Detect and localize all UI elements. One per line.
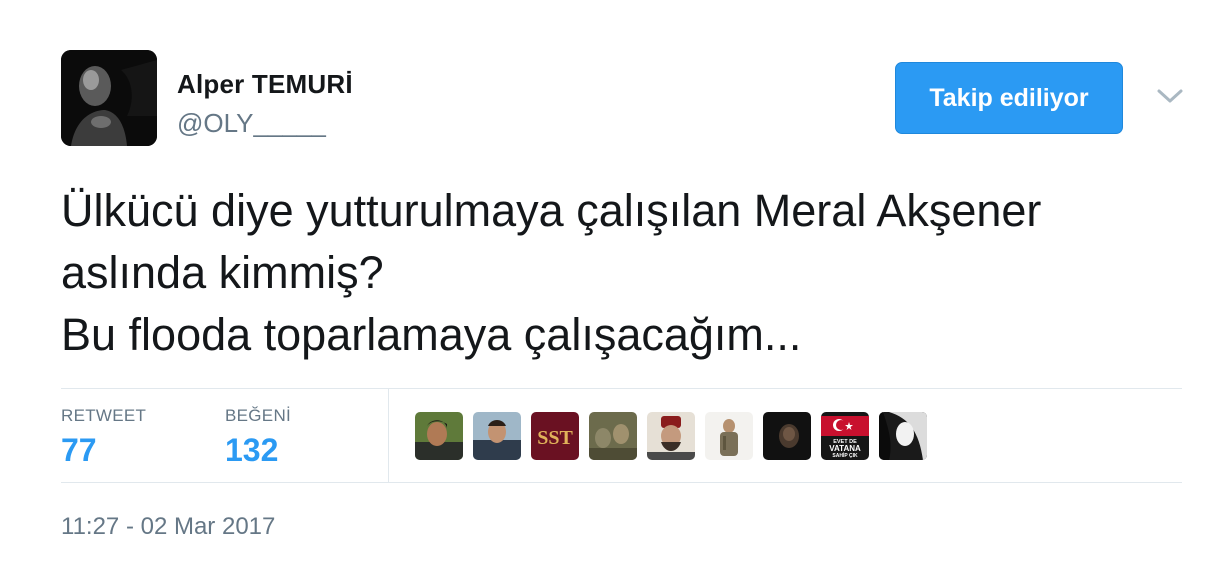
banner-line-3: SAHİP ÇIK <box>832 452 858 459</box>
user-handle[interactable]: @OLY_____ <box>177 108 326 139</box>
liker-avatar[interactable]: SST <box>531 412 579 460</box>
tweet-line: Bu flooda toparlamaya çalışacağım... <box>61 309 802 360</box>
divider <box>61 388 1182 389</box>
liker-avatar[interactable] <box>647 412 695 460</box>
liker-avatar[interactable] <box>705 412 753 460</box>
sst-logo-text: SST <box>537 427 573 449</box>
user-display-name[interactable]: Alper TEMURİ <box>177 69 353 100</box>
like-label[interactable]: BEĞENİ <box>225 406 291 426</box>
tweet-text: Ülkücü diye yutturulmaya çalışılan Meral… <box>61 180 1201 366</box>
tweet-line: Ülkücü diye yutturulmaya çalışılan Meral… <box>61 185 1042 236</box>
chevron-down-icon[interactable] <box>1156 86 1184 106</box>
retweet-label[interactable]: RETWEET <box>61 406 146 426</box>
tweet-line: aslında kimmiş? <box>61 247 384 298</box>
liker-avatar[interactable] <box>589 412 637 460</box>
tweet-timestamp[interactable]: 11:27 - 02 Mar 2017 <box>61 513 275 541</box>
liker-avatar[interactable] <box>879 412 927 460</box>
retweet-count[interactable]: 77 <box>61 432 97 469</box>
like-count[interactable]: 132 <box>225 432 278 469</box>
following-button[interactable]: Takip ediliyor <box>895 62 1123 134</box>
banner-line-2: VATANA <box>829 444 861 453</box>
divider <box>61 482 1182 483</box>
profile-avatar[interactable] <box>61 50 157 146</box>
liker-avatar[interactable] <box>473 412 521 460</box>
stats-separator <box>388 388 389 482</box>
liker-avatar[interactable]: EVET DE VATANA SAHİP ÇIK <box>821 412 869 460</box>
liker-avatar[interactable] <box>763 412 811 460</box>
liker-avatar[interactable] <box>415 412 463 460</box>
